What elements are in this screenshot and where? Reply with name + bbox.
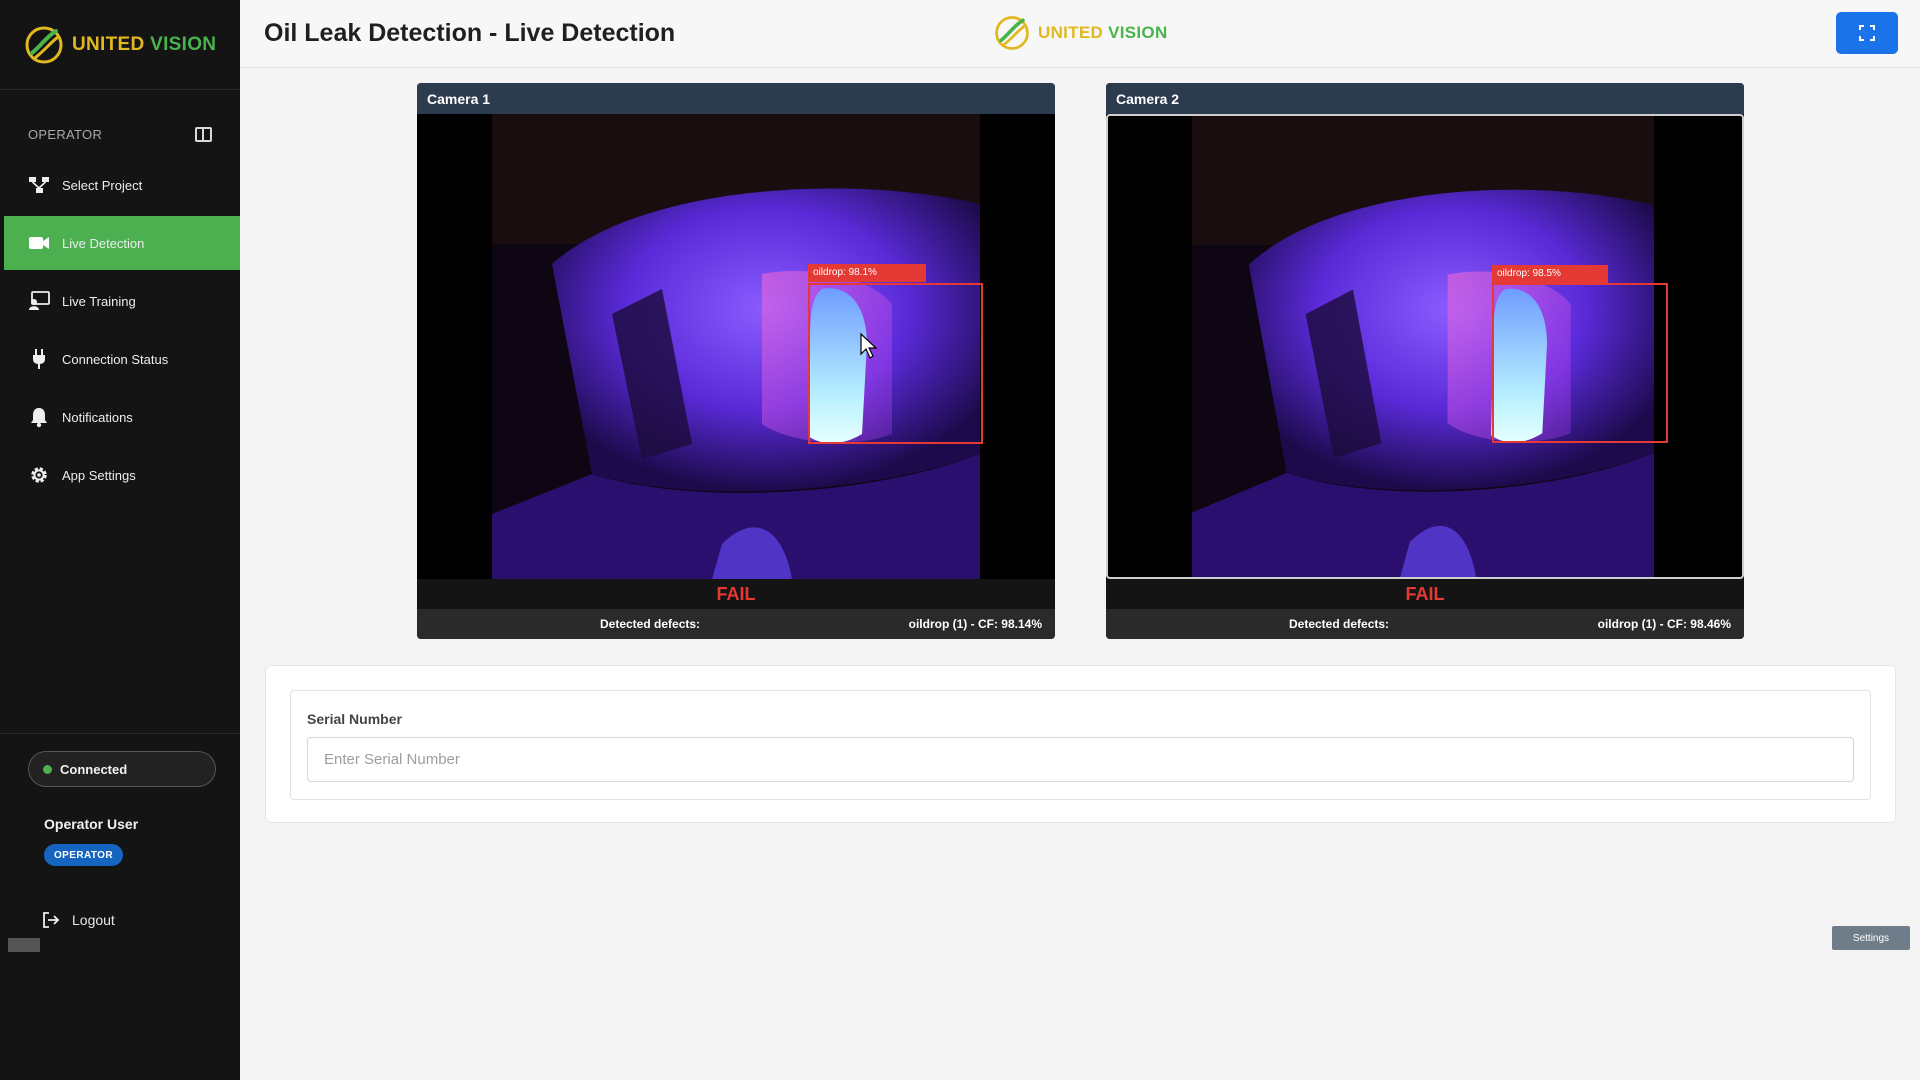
defects-label: Detected defects: — [600, 617, 701, 631]
brand-name-part2: VISION — [1108, 23, 1168, 42]
fullscreen-icon — [1859, 25, 1875, 41]
sidebar-item-label: Live Training — [62, 293, 136, 309]
united-vision-logo-icon — [25, 26, 63, 63]
page-title: Oil Leak Detection - Live Detection — [264, 19, 676, 47]
brand-name-part1: UNITED — [1038, 23, 1104, 42]
logout-icon — [43, 912, 60, 928]
camera-panel-1: Camera 1 oildrop: 98.1% FAIL Detected de… — [417, 83, 1055, 639]
sidebar-section-label: OPERATOR — [28, 126, 103, 142]
sidebar-item-notifications[interactable]: Notifications — [0, 390, 240, 444]
sidebar-item-live-training[interactable]: Live Training — [0, 274, 240, 328]
serial-number-input[interactable] — [307, 737, 1854, 782]
brand-name-part1: UNITED — [72, 33, 145, 55]
logout-label: Logout — [72, 912, 115, 928]
sidebar-footer: Connected Operator User OPERATOR Logout — [0, 733, 240, 928]
detected-defects-bar: Detected defects: oildrop (1) - CF: 98.4… — [1106, 609, 1744, 639]
inspection-status: FAIL — [1405, 583, 1445, 604]
role-badge: OPERATOR — [44, 844, 123, 866]
sidebar-collapse-icon[interactable] — [195, 126, 212, 142]
united-vision-logo-icon — [995, 16, 1029, 50]
sidebar-item-label: App Settings — [62, 467, 136, 483]
header-logo: UNITED VISION — [992, 13, 1168, 53]
detection-box — [1492, 283, 1668, 443]
camera-feed[interactable]: oildrop: 98.5% — [1106, 114, 1744, 579]
settings-button[interactable]: Settings — [1832, 926, 1910, 950]
connection-status-text: Connected — [60, 761, 128, 777]
sidebar-logo: UNITED VISION — [0, 0, 240, 90]
sidebar-section-header: OPERATOR — [0, 124, 240, 144]
sidebar-nav: Select Project Live Detection Live Train… — [0, 158, 240, 502]
sidebar-item-app-settings[interactable]: App Settings — [0, 448, 240, 502]
plug-icon — [28, 348, 50, 370]
detected-defects-bar: Detected defects: oildrop (1) - CF: 98.1… — [417, 609, 1055, 639]
bell-icon — [28, 406, 50, 428]
mini-tag — [8, 938, 40, 952]
brand-name: UNITED VISION — [72, 34, 216, 56]
sidebar-item-select-project[interactable]: Select Project — [0, 158, 240, 212]
sidebar-item-connection-status[interactable]: Connection Status — [0, 332, 240, 386]
defects-value: oildrop (1) - CF: 98.14% — [908, 617, 1042, 631]
fullscreen-button[interactable] — [1836, 12, 1898, 54]
video-camera-icon — [28, 232, 50, 254]
brand-name: UNITED VISION — [1038, 23, 1168, 43]
camera-feed[interactable]: oildrop: 98.1% — [417, 114, 1055, 579]
camera-title: Camera 2 — [1106, 83, 1744, 114]
sidebar-item-label: Select Project — [62, 177, 143, 193]
camera-title: Camera 1 — [417, 83, 1055, 114]
serial-number-group: Serial Number — [290, 690, 1871, 800]
brand-name-part2: VISION — [150, 33, 217, 55]
connection-status-badge: Connected — [28, 751, 216, 787]
sidebar-item-label: Notifications — [62, 409, 133, 425]
serial-number-card: Serial Number — [265, 665, 1896, 823]
top-header: Oil Leak Detection - Live Detection UNIT… — [240, 0, 1920, 68]
sidebar-item-label: Connection Status — [62, 351, 169, 367]
serial-number-label: Serial Number — [307, 711, 402, 727]
defects-label: Detected defects: — [1289, 617, 1390, 631]
sidebar-item-label: Live Detection — [62, 235, 145, 251]
project-icon — [28, 174, 50, 196]
detection-label: oildrop: 98.5% — [1492, 265, 1608, 283]
sidebar: UNITED VISION OPERATOR Select Project Li… — [0, 0, 240, 1080]
gear-icon — [28, 464, 50, 486]
logout-button[interactable]: Logout — [42, 912, 115, 928]
camera-panel-2: Camera 2 oildrop: 98.5% FAIL Detected de… — [1106, 83, 1744, 639]
defects-value: oildrop (1) - CF: 98.46% — [1597, 617, 1731, 631]
detection-label: oildrop: 98.1% — [808, 264, 926, 282]
inspection-status: FAIL — [716, 583, 756, 604]
mouse-cursor-icon — [860, 332, 878, 359]
user-name: Operator User — [44, 816, 139, 832]
status-dot-icon — [43, 764, 52, 774]
detection-box — [808, 283, 983, 444]
sidebar-item-live-detection[interactable]: Live Detection — [4, 216, 240, 270]
training-icon — [28, 290, 50, 312]
